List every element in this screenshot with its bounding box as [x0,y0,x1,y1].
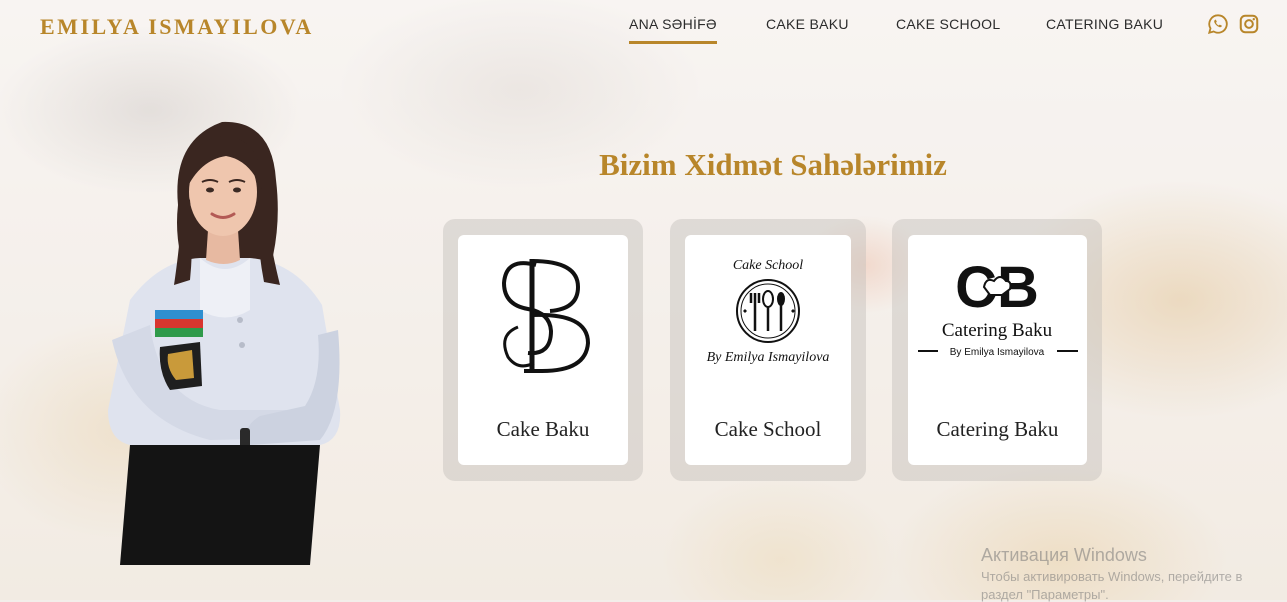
nav-item-home[interactable]: ANA SƏHİFƏ [629,16,717,44]
catering-baku-logo: CB Catering Baku By Emilya Ismayilova [918,255,1078,358]
service-card-label: Cake Baku [496,417,590,441]
service-card-label: Cake School [714,417,822,441]
service-card-catering-baku[interactable]: CB Catering Baku By Emilya Ismayilova Ca… [908,235,1087,465]
service-card-cake-baku[interactable]: Cake Baku [458,235,628,465]
service-card-frame: CB Catering Baku By Emilya Ismayilova Ca… [892,219,1102,481]
instagram-icon[interactable] [1238,13,1260,35]
windows-activation-watermark: Активация Windows Чтобы активировать Win… [981,545,1242,602]
cake-school-logo: Cake School By Emilya Ismayilova [707,258,830,365]
watermark-title: Активация Windows [981,545,1147,565]
cb-monogram-logo [501,259,591,373]
logo-name: Catering Baku [942,320,1053,341]
whatsapp-icon[interactable] [1207,13,1229,35]
service-card-frame: Cake Baku [443,219,643,481]
brand-logo[interactable]: EMILYA ISMAYILOVA [40,14,314,40]
service-card-cake-school[interactable]: Cake School By Emilya Ismayilova Cake Sc… [685,235,851,465]
watermark-line: Чтобы активировать Windows, перейдите в [981,569,1243,584]
nav-item-cake-baku[interactable]: CAKE BAKU [766,16,849,32]
nav-item-catering-baku[interactable]: CATERING BAKU [1046,16,1163,32]
logo-text-bottom: By Emilya Ismayilova [707,350,830,365]
logo-text-top: Cake School [733,258,803,273]
chef-portrait [108,121,341,565]
services-title: Bizim Xidmət Sahələrimiz [599,147,947,182]
nav-item-cake-school[interactable]: CAKE SCHOOL [896,16,1000,32]
service-card-frame: Cake School By Emilya Ismayilova Cake Sc… [670,219,866,481]
logo-byline: By Emilya Ismayilova [950,347,1045,358]
service-card-label: Catering Baku [936,417,1059,441]
